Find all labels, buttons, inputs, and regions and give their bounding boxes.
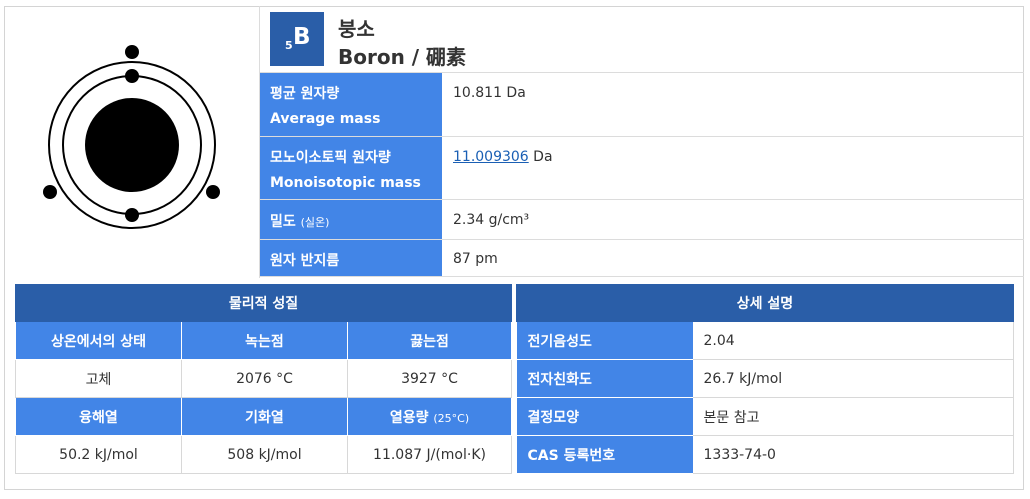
details-table: 상세 설명 전기음성도 2.04 전자친화도 26.7 kJ/mol 결정모양 …: [516, 284, 1014, 474]
atomic-number: 5: [285, 39, 293, 52]
electron: [43, 185, 57, 199]
electron-shell-icon: [43, 45, 220, 229]
value-melting-point: 2076 °C: [181, 359, 348, 398]
property-row-monoisotopic-mass: 모노이소토픽 원자량 Monoisotopic mass 11.009306 D…: [260, 137, 1024, 200]
electron: [206, 185, 220, 199]
details-title: 상세 설명: [516, 284, 1014, 322]
physical-properties-title: 물리적 성질: [14, 284, 513, 322]
header-melting-point: 녹는점: [181, 321, 348, 360]
property-row-density: 밀도 (실온) 2.34 g/cm³: [260, 200, 1024, 240]
header-heat-of-fusion: 융해열: [15, 397, 182, 436]
element-header: 5 B 붕소 Boron / 硼素: [260, 6, 1024, 73]
nucleus: [85, 98, 179, 192]
physical-properties-table: 물리적 성질 상온에서의 상태 녹는점 끓는점 고체 2076 °C 3927 …: [14, 284, 513, 474]
electron: [125, 208, 139, 222]
detail-label: 결정모양: [516, 397, 693, 436]
property-value: 87 pm: [453, 251, 498, 267]
header-heat-capacity: 열용량 (25°C): [346, 397, 513, 436]
value-boiling-point: 3927 °C: [346, 359, 513, 398]
value-heat-capacity: 11.087 J/(mol·K): [346, 435, 513, 474]
detail-label: 전자친화도: [516, 359, 693, 398]
monoisotopic-mass-link[interactable]: 11.009306: [453, 149, 529, 165]
detail-label: CAS 등록번호: [516, 435, 693, 474]
header-state: 상온에서의 상태: [15, 321, 182, 360]
element-symbol: B: [293, 24, 311, 50]
property-label: 원자 반지름: [260, 240, 442, 276]
electron: [125, 45, 139, 59]
property-label: 모노이소토픽 원자량 Monoisotopic mass: [260, 137, 442, 199]
property-value: 10.811 Da: [453, 85, 526, 101]
header-heat-of-vaporization: 기화열: [181, 397, 348, 436]
property-row-atomic-radius: 원자 반지름 87 pm: [260, 240, 1024, 277]
bohr-model-diagram: [4, 6, 260, 278]
electron: [125, 69, 139, 83]
detail-value: 26.7 kJ/mol: [692, 359, 1014, 398]
density-note: (실온): [300, 216, 330, 229]
detail-value: 본문 참고: [692, 397, 1014, 436]
property-label: 평균 원자량 Average mass: [260, 73, 442, 136]
element-name-korean: 붕소: [338, 17, 375, 41]
header-boiling-point: 끓는점: [346, 321, 513, 360]
property-label: 밀도 (실온): [260, 200, 442, 239]
value-heat-of-fusion: 50.2 kJ/mol: [15, 435, 182, 474]
property-row-average-mass: 평균 원자량 Average mass 10.811 Da: [260, 73, 1024, 137]
detail-value: 1333-74-0: [692, 435, 1014, 474]
value-heat-of-vaporization: 508 kJ/mol: [181, 435, 348, 474]
value-state: 고체: [15, 359, 182, 398]
property-value: 2.34 g/cm³: [453, 212, 530, 228]
element-symbol-box: 5 B: [270, 12, 324, 66]
detail-value: 2.04: [692, 321, 1014, 360]
detail-label: 전기음성도: [516, 321, 693, 360]
element-name-english: Boron / 硼素: [338, 45, 467, 69]
property-value: 11.009306 Da: [453, 149, 553, 165]
